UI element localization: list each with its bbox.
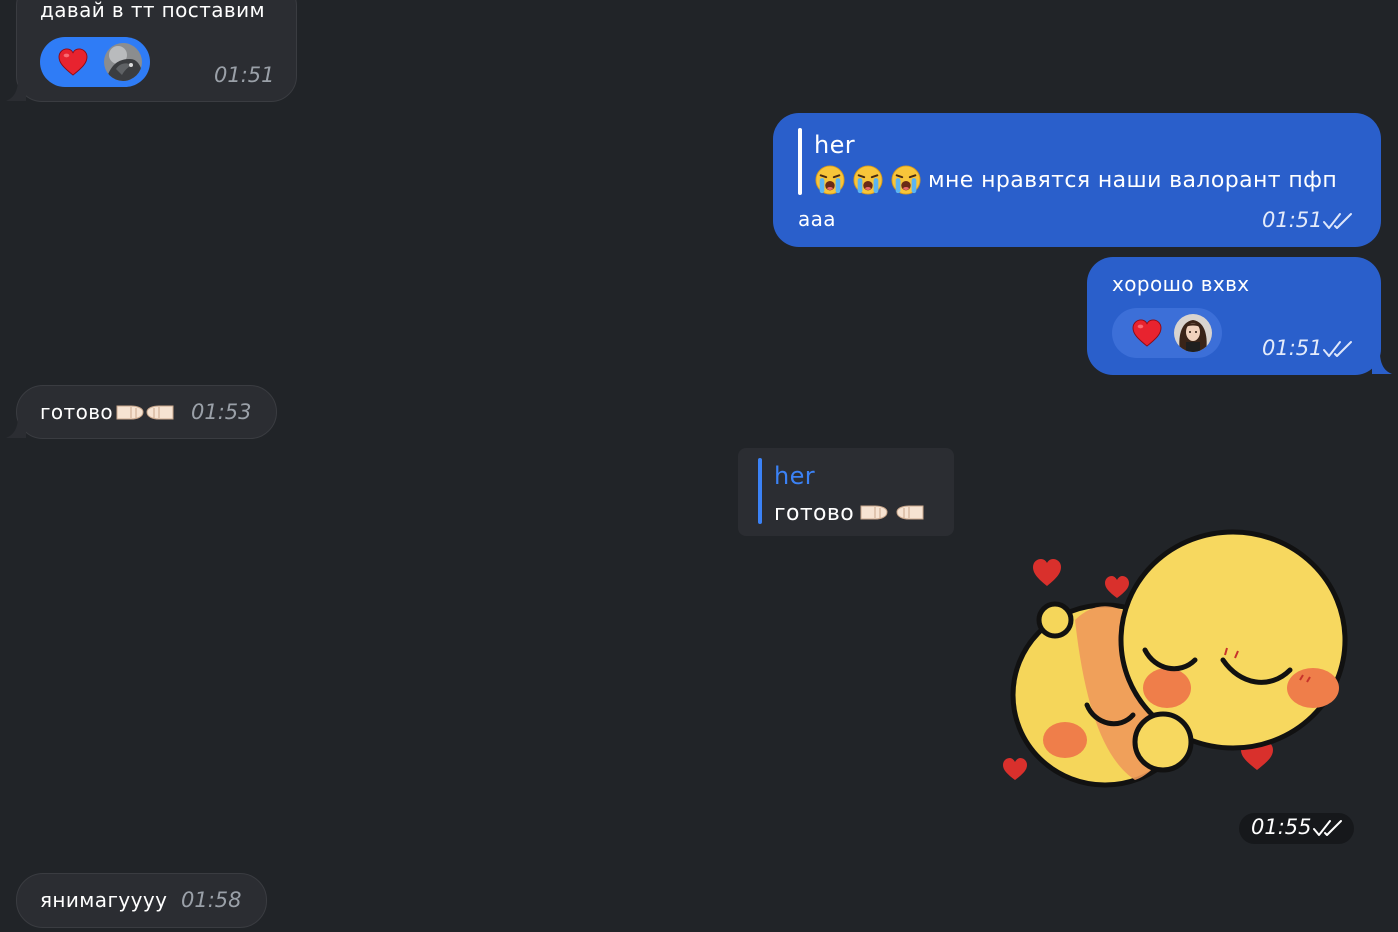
message-text: хорошо вхвх xyxy=(1112,272,1250,296)
message-time: 01:53 xyxy=(191,400,252,424)
girl-avatar xyxy=(1174,314,1212,352)
reaction-chip[interactable] xyxy=(40,37,150,87)
dark-cat-avatar xyxy=(104,43,142,81)
reaction-chip[interactable] xyxy=(1112,308,1222,358)
double-check-icon xyxy=(1323,213,1352,229)
message-time: 01:58 xyxy=(181,888,242,912)
reply-quote-bar xyxy=(758,458,762,524)
message-text: готово xyxy=(40,400,114,424)
sticker-reply-quote[interactable]: her готово xyxy=(738,448,954,536)
bubble-tail xyxy=(6,82,26,101)
message-time: 01:51 xyxy=(214,63,275,87)
duck-right xyxy=(1118,529,1348,773)
message-time: 01:51 xyxy=(1262,336,1323,360)
message-text: янимагуууу xyxy=(40,888,168,912)
message-text: давай в тт поставим xyxy=(40,0,265,22)
left-facing-fist-icon xyxy=(896,505,924,520)
bubble-tail xyxy=(1372,355,1392,374)
red-heart-icon xyxy=(1132,319,1162,347)
bubble-tail xyxy=(6,419,26,438)
message-time: 01:51 xyxy=(1262,208,1323,232)
incoming-message-bubble[interactable]: давай в тт поставим 01:51 xyxy=(16,0,297,102)
right-facing-fist-icon xyxy=(116,405,144,420)
red-heart-icon xyxy=(58,48,88,76)
loudly-crying-face-icon xyxy=(815,165,845,195)
incoming-message-bubble[interactable]: янимагуууу 01:58 xyxy=(16,873,267,928)
double-check-icon xyxy=(1313,820,1342,836)
loudly-crying-face-icon xyxy=(891,165,921,195)
left-facing-fist-icon xyxy=(146,405,174,420)
reply-preview-text: мне нравятся наши валорант пфп xyxy=(928,168,1338,193)
reply-preview-text: готово xyxy=(774,501,855,526)
reply-author: her xyxy=(774,462,816,490)
reply-preview[interactable]: мне нравятся наши валорант пфп xyxy=(814,163,1374,197)
message-time: 01:55 xyxy=(1251,815,1312,839)
double-check-icon xyxy=(1323,341,1352,357)
hugging-ducks-sticker[interactable] xyxy=(995,520,1355,800)
message-text: ааа xyxy=(798,207,836,231)
reply-quote-bar xyxy=(798,128,802,195)
right-facing-fist-icon xyxy=(860,505,888,520)
loudly-crying-face-icon xyxy=(853,165,883,195)
outgoing-message-bubble[interactable]: her мне нравятся наши валорант пфп ааа 0… xyxy=(773,113,1381,247)
reply-author[interactable]: her xyxy=(814,131,855,159)
sticker-time-badge: 01:55 xyxy=(1239,813,1354,844)
incoming-message-bubble[interactable]: готово 01:53 xyxy=(16,385,277,439)
outgoing-message-bubble[interactable]: хорошо вхвх 01:51 xyxy=(1087,257,1381,375)
